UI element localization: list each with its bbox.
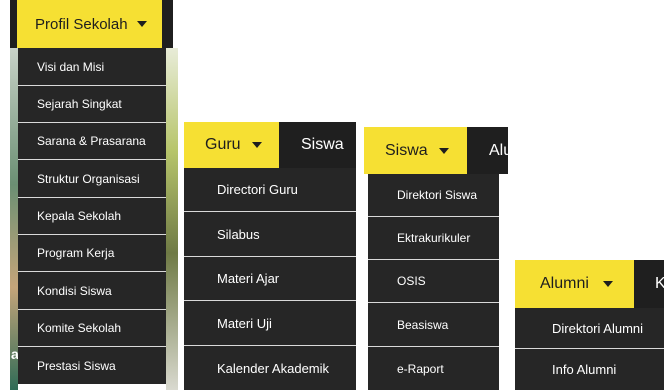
- menu-item-silabus[interactable]: Silabus: [184, 212, 356, 257]
- menu-item-label: Direktori Siswa: [397, 188, 478, 202]
- profil-sekolah-button[interactable]: Profil Sekolah: [17, 0, 162, 48]
- menu-item-beasiswa[interactable]: Beasiswa: [368, 303, 499, 347]
- guru-button[interactable]: Guru: [184, 122, 279, 168]
- menu-item-label: Materi Uji: [217, 315, 272, 331]
- background-photo-right: [166, 48, 178, 390]
- menu-item-label: Struktur Organisasi: [37, 171, 140, 186]
- menu-item-komite[interactable]: Komite Sekolah: [18, 310, 166, 347]
- caret-down-icon: [602, 281, 613, 287]
- siswa-button[interactable]: Siswa: [364, 127, 467, 174]
- menu-item-directori-guru[interactable]: Directori Guru: [184, 168, 356, 212]
- menu-item-label: Directori Guru: [217, 182, 298, 197]
- menu-item-kepala-sekolah[interactable]: Kepala Sekolah: [18, 198, 166, 235]
- alumni-panel: Alumni K Direktori Alumni Info Alumni: [515, 260, 664, 390]
- menu-item-materi-uji[interactable]: Materi Uji: [184, 301, 356, 346]
- menu-item-label: Direktori Alumni: [552, 320, 644, 336]
- alumni-label: Alumni: [540, 275, 589, 292]
- profil-sekolah-panel: a Profil Sekolah Visi dan Misi Sejarah S…: [10, 0, 178, 390]
- profil-sekolah-dropdown: Visi dan Misi Sejarah Singkat Sarana & P…: [18, 48, 166, 384]
- menu-item-sejarah[interactable]: Sejarah Singkat: [18, 86, 166, 123]
- background-photo: [10, 48, 18, 390]
- nav-item-label: K: [655, 275, 664, 292]
- menu-item-label: Program Kerja: [37, 246, 115, 260]
- menu-item-label: Kepala Sekolah: [37, 209, 122, 223]
- nav-item-label: Alu: [489, 141, 508, 159]
- menu-item-osis[interactable]: OSIS: [368, 260, 499, 303]
- next-nav-item[interactable]: K: [655, 260, 664, 308]
- siswa-dropdown: Direktori Siswa Ektrakurikuler OSIS Beas…: [368, 174, 499, 390]
- menu-item-label: Sarana & Prasarana: [37, 134, 146, 148]
- menu-item-label: Silabus: [217, 226, 260, 242]
- siswa-panel: Siswa Alu Direktori Siswa Ektrakurikuler…: [364, 127, 508, 390]
- guru-label: Guru: [205, 136, 241, 153]
- menu-item-visi-misi[interactable]: Visi dan Misi: [18, 48, 166, 86]
- menu-item-prestasi[interactable]: Prestasi Siswa: [18, 347, 166, 384]
- menu-item-sarana[interactable]: Sarana & Prasarana: [18, 123, 166, 160]
- profil-sekolah-label: Profil Sekolah: [35, 15, 128, 33]
- menu-item-label: Sejarah Singkat: [37, 97, 122, 111]
- siswa-label: Siswa: [385, 141, 428, 159]
- next-nav-item[interactable]: [173, 0, 178, 48]
- menu-item-ektrakurikuler[interactable]: Ektrakurikuler: [368, 217, 499, 260]
- caret-down-icon: [438, 147, 449, 154]
- alumni-dropdown: Direktori Alumni Info Alumni: [515, 308, 664, 390]
- menu-item-kalender[interactable]: Kalender Akademik: [184, 346, 356, 390]
- menu-item-e-raport[interactable]: e-Raport: [368, 347, 499, 390]
- menu-item-label: Ektrakurikuler: [397, 231, 471, 245]
- menu-item-info-alumni[interactable]: Info Alumni: [515, 349, 664, 390]
- menu-item-label: Komite Sekolah: [37, 321, 122, 335]
- menu-item-direktori-alumni[interactable]: Direktori Alumni: [515, 308, 664, 349]
- menu-item-label: Materi Ajar: [217, 271, 280, 286]
- guru-panel: Guru Siswa Directori Guru Silabus Materi…: [184, 122, 356, 390]
- menu-item-label: Info Alumni: [552, 362, 617, 377]
- caret-down-icon: [251, 142, 262, 148]
- siswa-nav-item[interactable]: Siswa: [301, 122, 344, 168]
- menu-item-kondisi-siswa[interactable]: Kondisi Siswa: [18, 272, 166, 310]
- menu-item-label: Visi dan Misi: [37, 59, 105, 74]
- guru-dropdown: Directori Guru Silabus Materi Ajar Mater…: [184, 168, 356, 390]
- menu-item-label: Kalender Akademik: [217, 360, 330, 376]
- menu-item-label: Beasiswa: [397, 317, 449, 332]
- menu-item-label: Prestasi Siswa: [37, 358, 116, 373]
- menu-item-label: OSIS: [397, 274, 426, 288]
- menu-item-direktori-siswa[interactable]: Direktori Siswa: [368, 174, 499, 217]
- nav-item-label: Siswa: [301, 136, 344, 153]
- menu-item-label: e-Raport: [397, 361, 444, 376]
- alumni-nav-item[interactable]: Alu: [489, 127, 508, 174]
- menu-item-materi-ajar[interactable]: Materi Ajar: [184, 257, 356, 301]
- alumni-button[interactable]: Alumni: [515, 260, 634, 308]
- menu-item-program-kerja[interactable]: Program Kerja: [18, 235, 166, 272]
- caret-down-icon: [136, 21, 147, 27]
- menu-item-struktur[interactable]: Struktur Organisasi: [18, 160, 166, 198]
- menu-item-label: Kondisi Siswa: [37, 283, 112, 298]
